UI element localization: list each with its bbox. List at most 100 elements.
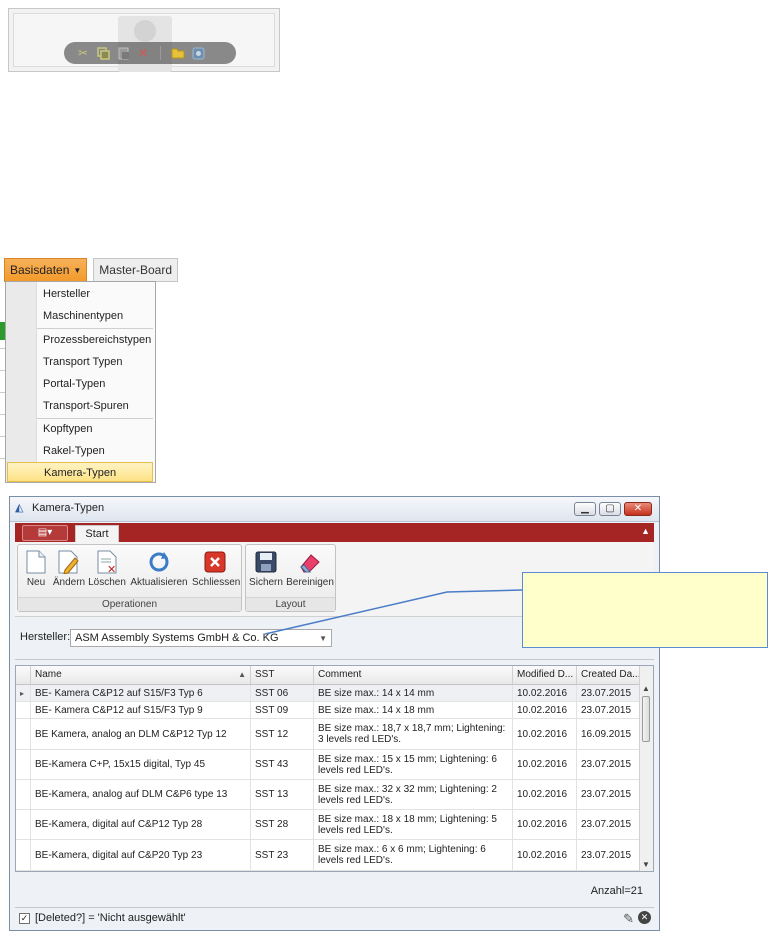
- cell-created: 23.07.2015: [577, 750, 641, 779]
- cell-modified: 10.02.2016: [513, 750, 577, 779]
- current-row-icon: ▸: [16, 685, 31, 701]
- column-header-sst[interactable]: SST: [251, 666, 314, 684]
- close-red-icon: [202, 549, 228, 575]
- kamera-typen-grid: Name ▲ SST Comment Modified D... Created…: [15, 665, 654, 872]
- row-indicator: [16, 780, 31, 809]
- reset-layout-button[interactable]: Bereinigen: [286, 547, 334, 597]
- cell-created: 23.07.2015: [577, 780, 641, 809]
- delete-icon[interactable]: ✕: [136, 46, 150, 60]
- menu-item-rakel-typen[interactable]: Rakel-Typen: [37, 441, 153, 461]
- column-header-name-label: Name: [35, 669, 62, 680]
- clear-filter-icon[interactable]: ✕: [638, 911, 651, 924]
- cell-name: BE- Kamera C&P12 auf S15/F3 Typ 6: [31, 685, 251, 701]
- copy-icon[interactable]: [96, 46, 110, 60]
- menu-item-kamera-typen[interactable]: Kamera-Typen: [7, 462, 153, 482]
- cell-comment: BE size max.: 18,7 x 18,7 mm; Lightening…: [314, 719, 513, 749]
- group-layout: Sichern Bereinigen Layout: [245, 544, 336, 612]
- scroll-up-icon[interactable]: ▲: [642, 684, 650, 693]
- column-header-modified[interactable]: Modified D...: [513, 666, 577, 684]
- menu-tabs: Basisdaten ▼ Master-Board: [4, 258, 178, 282]
- cell-created: 23.07.2015: [577, 840, 641, 870]
- delete-button[interactable]: ✕ Löschen: [88, 547, 126, 597]
- close-button[interactable]: ✕: [624, 502, 652, 516]
- application-menu-button[interactable]: ▤▾: [22, 525, 68, 541]
- folder-icon[interactable]: [171, 46, 185, 60]
- column-header-created[interactable]: Created Da...: [577, 666, 641, 684]
- tab-basisdaten[interactable]: Basisdaten ▼: [4, 258, 88, 282]
- cell-created: 23.07.2015: [577, 702, 641, 718]
- menu-item-transport-spuren[interactable]: Transport-Spuren: [37, 396, 153, 416]
- cell-name: BE- Kamera C&P12 auf S15/F3 Typ 9: [31, 702, 251, 718]
- menu-item-portal-typen[interactable]: Portal-Typen: [37, 374, 153, 394]
- cell-modified: 10.02.2016: [513, 702, 577, 718]
- row-indicator: [16, 719, 31, 749]
- app-icon: ◭: [15, 502, 24, 514]
- cell-created: 16.09.2015: [577, 719, 641, 749]
- cell-modified: 10.02.2016: [513, 685, 577, 701]
- close-window-button-label: Schliessen: [192, 577, 241, 588]
- menu-item-hersteller[interactable]: Hersteller: [37, 284, 153, 304]
- window-titlebar[interactable]: ◭ Kamera-Typen ▁ ▢ ✕: [10, 497, 659, 522]
- cell-created: 23.07.2015: [577, 685, 641, 701]
- grid-header: Name ▲ SST Comment Modified D... Created…: [16, 666, 641, 685]
- table-row[interactable]: [16, 871, 641, 872]
- minimize-button[interactable]: ▁: [574, 502, 596, 516]
- table-row[interactable]: BE-Kamera C+P, 15x15 digital, Typ 45 SST …: [16, 750, 641, 780]
- column-header-comment[interactable]: Comment: [314, 666, 513, 684]
- scrollbar-thumb[interactable]: [642, 696, 650, 742]
- save-layout-button-label: Sichern: [249, 577, 283, 588]
- table-row[interactable]: BE- Kamera C&P12 auf S15/F3 Typ 9 SST 09 B…: [16, 702, 641, 719]
- hersteller-select-value: ASM Assembly Systems GmbH & Co. KG: [75, 632, 279, 644]
- refresh-button[interactable]: Aktualisieren: [128, 547, 190, 597]
- maximize-button[interactable]: ▢: [599, 502, 621, 516]
- cell-name: BE-Kamera, digital auf C&P20 Typ 23: [31, 840, 251, 870]
- cell-sst: SST 13: [251, 780, 314, 809]
- hersteller-select[interactable]: ASM Assembly Systems GmbH & Co. KG ▼: [70, 629, 332, 647]
- table-row[interactable]: ▸ BE- Kamera C&P12 auf S15/F3 Typ 6 SST 06…: [16, 685, 641, 702]
- group-layout-title: Layout: [246, 597, 335, 611]
- close-window-button[interactable]: Schliessen: [192, 547, 241, 597]
- pencil-icon[interactable]: ✎: [623, 911, 634, 927]
- save-layout-button[interactable]: Sichern: [248, 547, 284, 597]
- delete-button-label: Löschen: [88, 577, 126, 588]
- paste-icon[interactable]: [116, 46, 130, 60]
- tab-master-board[interactable]: Master-Board: [93, 258, 178, 282]
- cell-name: BE-Kamera, analog auf DLM C&P6 type 13: [31, 780, 251, 809]
- tab-basisdaten-label: Basisdaten: [10, 263, 70, 277]
- filter-checkbox[interactable]: ✓: [19, 913, 30, 924]
- cell-created: 23.07.2015: [577, 810, 641, 839]
- record-count: Anzahl=21: [590, 885, 643, 897]
- menu-item-maschinentypen[interactable]: Maschinentypen: [37, 306, 153, 326]
- cell-comment: BE size max.: 32 x 32 mm; Lightening: 2 …: [314, 780, 513, 809]
- row-indicator: [16, 750, 31, 779]
- menu-item-prozessbereichstypen[interactable]: Prozessbereichstypen: [37, 330, 153, 350]
- edit-button-label: Ändern: [52, 577, 86, 588]
- filter-text[interactable]: [Deleted?] = 'Nicht ausgewählt': [35, 912, 186, 924]
- scroll-down-icon[interactable]: ▼: [642, 860, 650, 869]
- tab-start[interactable]: Start: [75, 525, 119, 543]
- settings-icon[interactable]: [191, 46, 205, 60]
- column-header-name[interactable]: Name ▲: [31, 666, 251, 684]
- hersteller-label: Hersteller:: [20, 631, 71, 643]
- table-row[interactable]: BE-Kamera, analog auf DLM C&P6 type 13 SS…: [16, 780, 641, 810]
- menu-item-kopftypen[interactable]: Kopftypen: [37, 419, 153, 439]
- filter-separator: [15, 659, 654, 660]
- cell-name: BE-Kamera C+P, 15x15 digital, Typ 45: [31, 750, 251, 779]
- cell-sst: SST 12: [251, 719, 314, 749]
- edit-button[interactable]: Ändern: [52, 547, 86, 597]
- menu-item-transport-typen[interactable]: Transport Typen: [37, 352, 153, 372]
- new-document-icon: [23, 549, 49, 575]
- new-button[interactable]: Neu: [22, 547, 50, 597]
- chevron-down-icon: ▼: [73, 265, 82, 275]
- cut-icon[interactable]: ✂: [76, 46, 90, 60]
- table-row[interactable]: BE Kamera, analog an DLM C&P12 Typ 12 SST…: [16, 719, 641, 750]
- cell-modified: 10.02.2016: [513, 780, 577, 809]
- table-row[interactable]: BE-Kamera, digital auf C&P20 Typ 23 SST 2…: [16, 840, 641, 871]
- floating-toolbar-panel: ✂ ✕: [8, 8, 280, 72]
- table-row[interactable]: BE-Kamera, digital auf C&P12 Typ 28 SST 2…: [16, 810, 641, 840]
- grid-scrollbar[interactable]: ▲ ▼: [639, 666, 653, 871]
- dropdown-gutter: [6, 282, 37, 482]
- row-indicator: [16, 702, 31, 718]
- toolbar-panel-inner: ✂ ✕: [13, 13, 275, 72]
- ribbon-collapse-icon[interactable]: ▲: [641, 526, 650, 536]
